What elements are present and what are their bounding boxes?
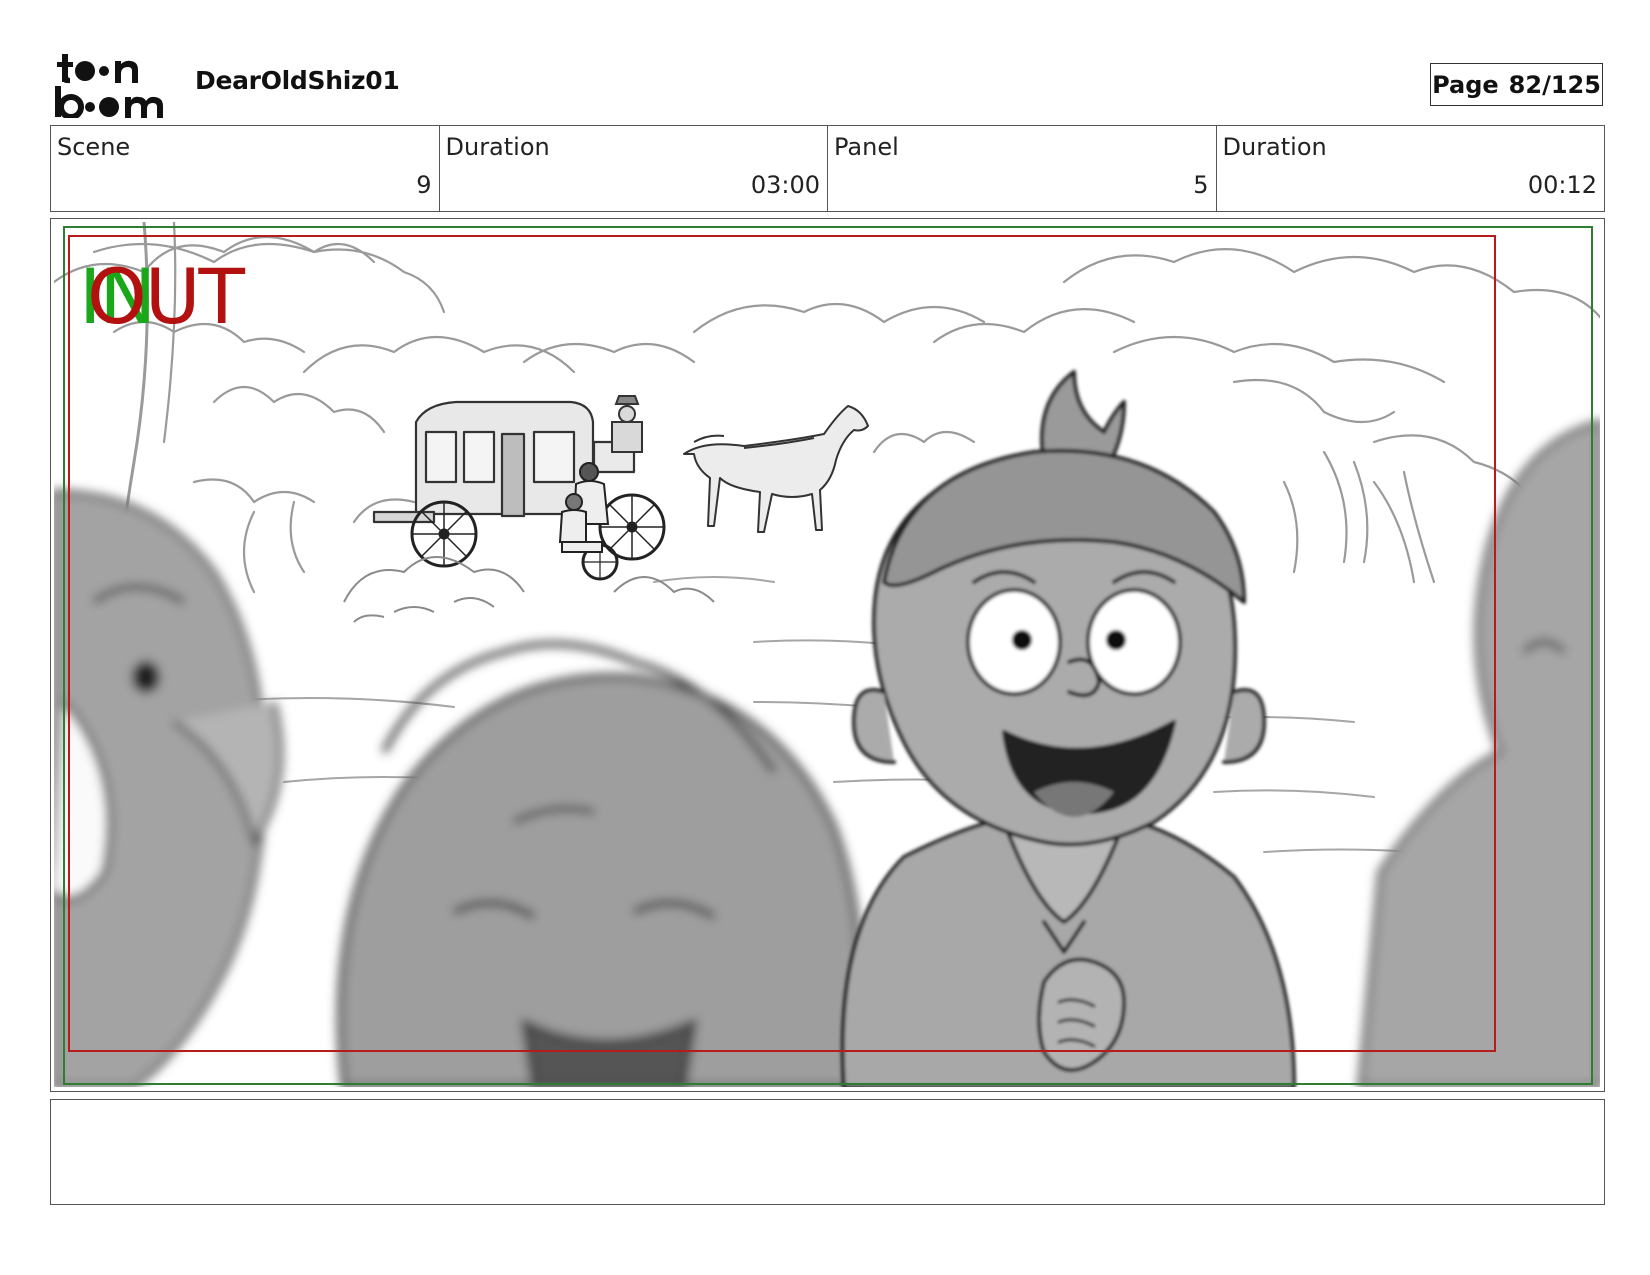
scene-value: 9 — [416, 171, 432, 199]
panel-sketch-image — [54, 222, 1600, 1087]
toonboom-logo-icon — [55, 54, 163, 118]
page-indicator: Page 82/125 — [1430, 63, 1603, 106]
project-title: DearOldShiz01 — [195, 66, 400, 95]
panel-cell: Panel 5 — [828, 126, 1217, 211]
panel-notes-box[interactable] — [50, 1099, 1605, 1205]
out-marker: OUT — [87, 252, 245, 341]
page-label: Page — [1432, 70, 1499, 99]
panel-duration-value: 00:12 — [1527, 171, 1597, 199]
panel-value: 5 — [1193, 171, 1209, 199]
panel-duration-label: Duration — [1222, 133, 1327, 161]
in-out-markers: IN OUT — [79, 257, 249, 337]
coachman-sketch — [611, 395, 643, 453]
scene-duration-value: 03:00 — [750, 171, 820, 199]
panel-label: Panel — [834, 133, 899, 161]
scene-info-table: Scene 9 Duration 03:00 Panel 5 Duration … — [50, 125, 1605, 212]
scene-duration-cell: Duration 03:00 — [440, 126, 828, 211]
storyboard-panel: IN OUT — [50, 218, 1605, 1092]
scene-cell: Scene 9 — [51, 126, 440, 211]
scene-label: Scene — [57, 133, 131, 161]
page-number: 82/125 — [1508, 70, 1601, 99]
panel-duration-cell: Duration 00:12 — [1217, 126, 1605, 211]
scene-duration-label: Duration — [445, 133, 550, 161]
